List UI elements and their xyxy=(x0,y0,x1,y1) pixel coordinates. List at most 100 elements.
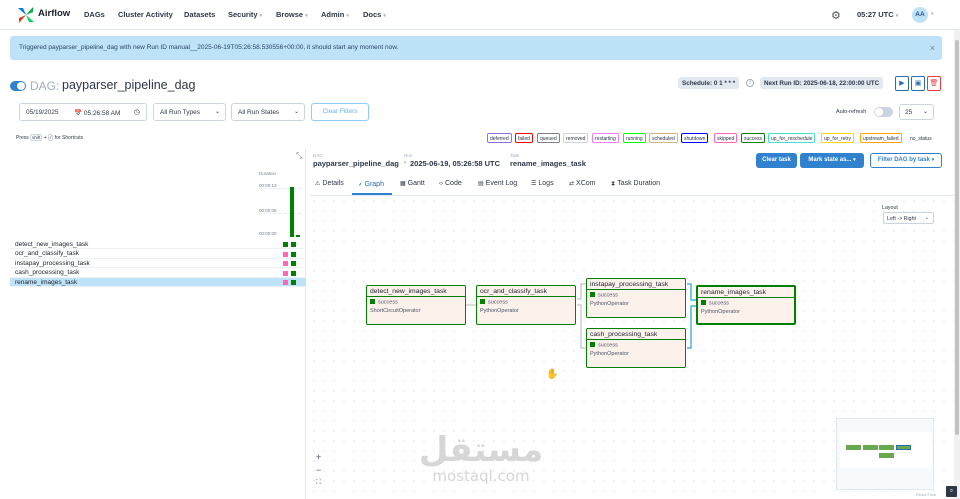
delete-dag-button[interactable]: 🗑 xyxy=(927,76,941,91)
tab-xcom[interactable]: ⇄ XCom xyxy=(569,180,595,187)
react-flow-attribution[interactable]: React Flow xyxy=(916,492,936,497)
tab-label: Event Log xyxy=(485,180,518,187)
graph-node-instapay-processing-task[interactable]: instapay_processing_task success PythonOpe… xyxy=(586,278,686,318)
nav-item-dags[interactable]: DAGs xyxy=(84,10,105,19)
code-icon: ‹› xyxy=(439,181,443,187)
layout-select[interactable]: Left -> Right ⌄ xyxy=(883,212,934,224)
tab-code[interactable]: ‹› Code xyxy=(439,180,462,187)
clock-icon[interactable]: ◷ xyxy=(134,108,140,116)
airflow-logo-icon[interactable] xyxy=(16,5,36,25)
task-instance-success[interactable] xyxy=(291,280,296,286)
legend-item-restarting[interactable]: restarting xyxy=(592,133,619,143)
run-duration-bar[interactable] xyxy=(290,187,294,237)
breadcrumb-dag-label: DAG xyxy=(313,153,323,158)
legend-item-removed[interactable]: removed xyxy=(563,133,589,143)
collapse-icon[interactable]: ⤡ xyxy=(296,151,302,161)
legend-item-shutdown[interactable]: shutdown xyxy=(681,133,709,143)
task-row-ocr-and-classify-task[interactable]: ocr_and_classify_task xyxy=(10,249,306,259)
task-row-cash-processing-task[interactable]: cash_processing_task xyxy=(10,268,306,278)
graph-node-rename-images-task[interactable]: rename_images_task success PythonOperator xyxy=(696,285,796,325)
legend-item-deferred[interactable]: deferred xyxy=(487,133,512,143)
legend-item-no-status[interactable]: no_status xyxy=(907,133,935,143)
task-row-rename-images-task[interactable]: rename_images_task xyxy=(10,277,306,288)
fit-view-icon[interactable]: ⛶ xyxy=(316,479,321,487)
status-square-icon xyxy=(590,342,595,347)
task-instance-skipped[interactable] xyxy=(283,261,288,267)
legend-item-skipped[interactable]: skipped xyxy=(714,133,738,143)
screenshot-icon[interactable]: ⌕ xyxy=(946,486,957,497)
chevron-down-icon[interactable]: ▾ xyxy=(931,11,934,17)
tab-logs[interactable]: ☰ Logs xyxy=(531,180,554,187)
trigger-dag-button[interactable]: ▶ xyxy=(895,76,909,91)
tab-graph[interactable]: ⸙ Graph xyxy=(358,180,384,188)
tab-event-log[interactable]: ▤ Event Log xyxy=(478,180,517,187)
avatar[interactable]: AA xyxy=(912,7,928,23)
dag-pause-toggle[interactable] xyxy=(10,81,26,91)
auto-refresh-toggle[interactable] xyxy=(874,107,893,117)
legend-item-failed[interactable]: failed xyxy=(515,133,533,143)
tab-details[interactable]: ⚠ Details xyxy=(315,180,344,187)
task-instance-success[interactable] xyxy=(291,270,296,276)
task-instance-success[interactable] xyxy=(291,251,296,257)
run-states-select[interactable]: All Run States ⌄ xyxy=(231,103,305,121)
nav-item-browse[interactable]: Browse ▾ xyxy=(276,10,308,19)
legend-item-scheduled[interactable]: scheduled xyxy=(649,133,678,143)
legend-item-up-for-reschedule[interactable]: up_for_reschedule xyxy=(768,133,816,143)
chevron-down-icon: ⌄ xyxy=(924,215,929,221)
close-icon[interactable]: × xyxy=(930,43,935,53)
task-instance-skipped[interactable] xyxy=(283,251,288,257)
minimap-node xyxy=(896,445,911,450)
graph-node-detect-new-images-task[interactable]: detect_new_images_task success ShortCircui… xyxy=(366,285,466,325)
breadcrumb-task[interactable]: rename_images_task xyxy=(510,159,586,168)
brand-name[interactable]: Airflow xyxy=(38,8,70,19)
clear-filters-button[interactable]: Clear Filters xyxy=(311,103,369,121)
legend-item-success[interactable]: success xyxy=(741,133,766,143)
filter-dag-by-task-button[interactable]: Filter DAG by task ▾ xyxy=(870,153,942,168)
legend-item-up-for-retry[interactable]: up_for_retry xyxy=(821,133,854,143)
duration-tick: 00:00:00 xyxy=(259,231,277,236)
node-title: ocr_and_classify_task xyxy=(480,287,547,295)
minimap-node xyxy=(846,445,861,450)
nav-item-datasets[interactable]: Datasets xyxy=(184,10,215,19)
graph-node-ocr-and-classify-task[interactable]: ocr_and_classify_task success PythonOperat… xyxy=(476,285,576,325)
task-instance-skipped[interactable] xyxy=(283,270,288,276)
task-instance-success[interactable] xyxy=(291,242,296,247)
watermark-arabic: مستقل xyxy=(418,430,544,470)
task-instance-skipped[interactable] xyxy=(283,280,288,286)
tab-task-duration[interactable]: ⧗ Task Duration xyxy=(611,180,660,188)
info-icon[interactable]: i xyxy=(746,79,754,87)
tab-label: Details xyxy=(322,180,344,187)
run-types-select[interactable]: All Run Types ⌄ xyxy=(153,103,226,121)
gear-icon[interactable]: ⚙ xyxy=(831,9,841,22)
node-operator: PythonOperator xyxy=(701,309,740,315)
num-runs-select[interactable]: 25 ⌄ xyxy=(899,104,934,120)
nav-item-admin[interactable]: Admin ▾ xyxy=(321,10,349,19)
nav-item-security[interactable]: Security ▾ xyxy=(228,10,262,19)
clear-task-button[interactable]: Clear task xyxy=(756,153,797,168)
scrollbar-thumb[interactable] xyxy=(955,40,959,435)
status-square-icon xyxy=(370,299,375,304)
breadcrumb-dag[interactable]: payparser_pipeline_dag xyxy=(313,159,399,168)
legend-item-upstream-failed[interactable]: upstream_failed xyxy=(860,133,902,143)
parse-dag-button[interactable]: ▣ xyxy=(911,76,925,91)
tab-label: Graph xyxy=(364,181,384,188)
task-instance-success[interactable] xyxy=(291,261,296,267)
nav-item-cluster-activity[interactable]: Cluster Activity xyxy=(118,10,173,19)
legend-item-running[interactable]: running xyxy=(623,133,646,143)
graph-node-cash-processing-task[interactable]: cash_processing_task success PythonOperato… xyxy=(586,328,686,368)
breadcrumb-run[interactable]: 2025-06-19, 05:26:58 UTC xyxy=(410,159,500,168)
chevron-down-icon: ▾ xyxy=(305,13,308,19)
zoom-in-button[interactable]: + xyxy=(316,452,321,462)
mark-state-button[interactable]: Mark state as... ▾ xyxy=(800,153,864,168)
task-instance-success[interactable] xyxy=(283,242,288,247)
watermark: مستقل mostaql.com xyxy=(418,432,544,484)
run-duration-bar[interactable] xyxy=(296,235,300,237)
zoom-out-button[interactable]: − xyxy=(316,465,321,475)
task-row-instapay-processing-task[interactable]: instapay_processing_task xyxy=(10,259,306,269)
timezone-clock[interactable]: 05:27 UTC ▾ xyxy=(857,10,898,19)
legend-item-queued[interactable]: queued xyxy=(537,133,560,143)
tab-gantt[interactable]: ▦ Gantt xyxy=(400,180,425,187)
task-row-detect-new-images-task[interactable]: detect_new_images_task xyxy=(10,240,306,249)
execution-date-field[interactable]: 05/19/2025 📅 05:26:58 AM ◷ xyxy=(19,103,147,121)
nav-item-docs[interactable]: Docs ▾ xyxy=(363,10,386,19)
